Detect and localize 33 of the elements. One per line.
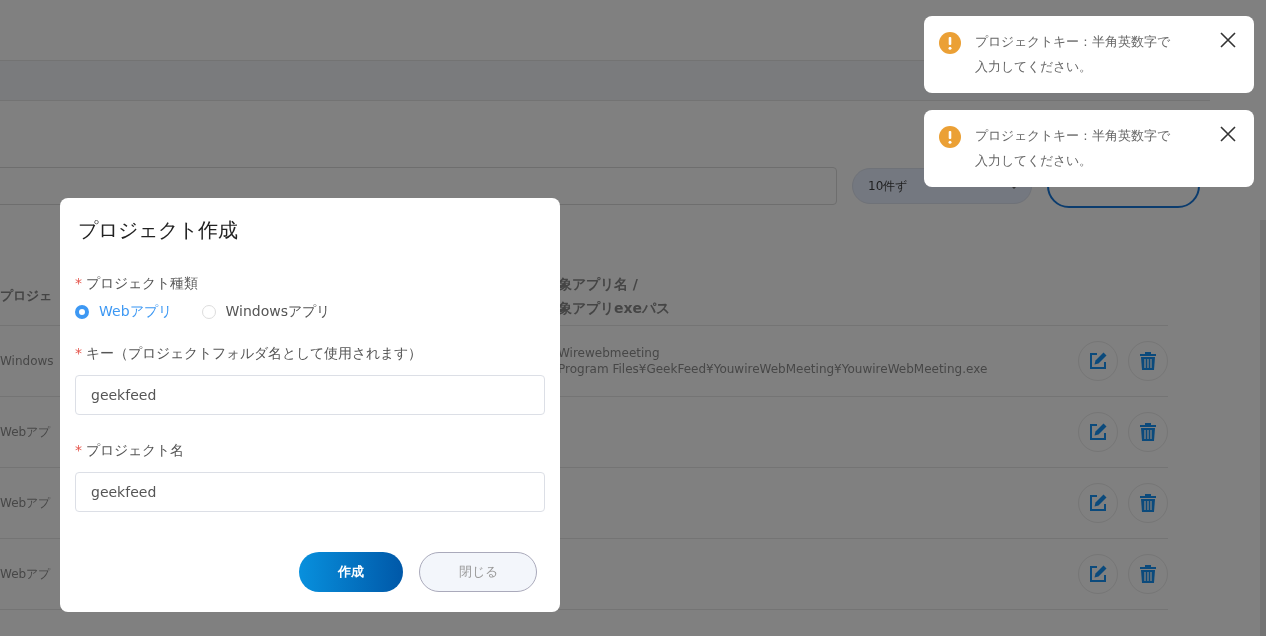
text-input[interactable]: geekfeed — [75, 472, 545, 512]
trash-icon — [1139, 422, 1157, 442]
edit-icon — [1088, 564, 1108, 584]
delete-button[interactable] — [1128, 554, 1168, 594]
warning-icon — [939, 126, 961, 148]
field-label: * プロジェクト種類 — [75, 274, 199, 293]
delete-button[interactable] — [1128, 483, 1168, 523]
toast-message: プロジェクトキー : 半角英数字で 入力してください。 — [975, 33, 1171, 76]
field-label: * プロジェクト名 — [75, 441, 185, 460]
delete-button[interactable] — [1128, 341, 1168, 381]
toast-message: プロジェクトキー : 半角英数字で 入力してください。 — [975, 127, 1171, 170]
trash-icon — [1139, 493, 1157, 513]
table-cell: Windows — [0, 354, 54, 368]
edit-button[interactable] — [1078, 554, 1118, 594]
text-input[interactable]: geekfeed — [75, 375, 545, 415]
dialog-title: プロジェクト作成 — [78, 217, 238, 243]
close-icon[interactable] — [1220, 126, 1236, 142]
delete-button[interactable] — [1128, 412, 1168, 452]
edit-button[interactable] — [1078, 341, 1118, 381]
column-header: プロジェ — [0, 286, 52, 305]
create-button[interactable]: 作成 — [299, 552, 403, 592]
field-label: * キー（プロジェクトフォルダ名として使用されます） — [75, 344, 423, 363]
edit-button[interactable] — [1078, 412, 1118, 452]
edit-icon — [1088, 493, 1108, 513]
trash-icon — [1139, 351, 1157, 371]
edit-icon — [1088, 351, 1108, 371]
close-icon[interactable] — [1220, 32, 1236, 48]
radio-option[interactable]: Windowsアプリ — [201, 303, 331, 321]
edit-icon — [1088, 422, 1108, 442]
table-cell: Wirewebmeeting — [558, 345, 660, 361]
trash-icon — [1139, 564, 1157, 584]
edit-button[interactable] — [1078, 483, 1118, 523]
warning-icon — [939, 32, 961, 54]
